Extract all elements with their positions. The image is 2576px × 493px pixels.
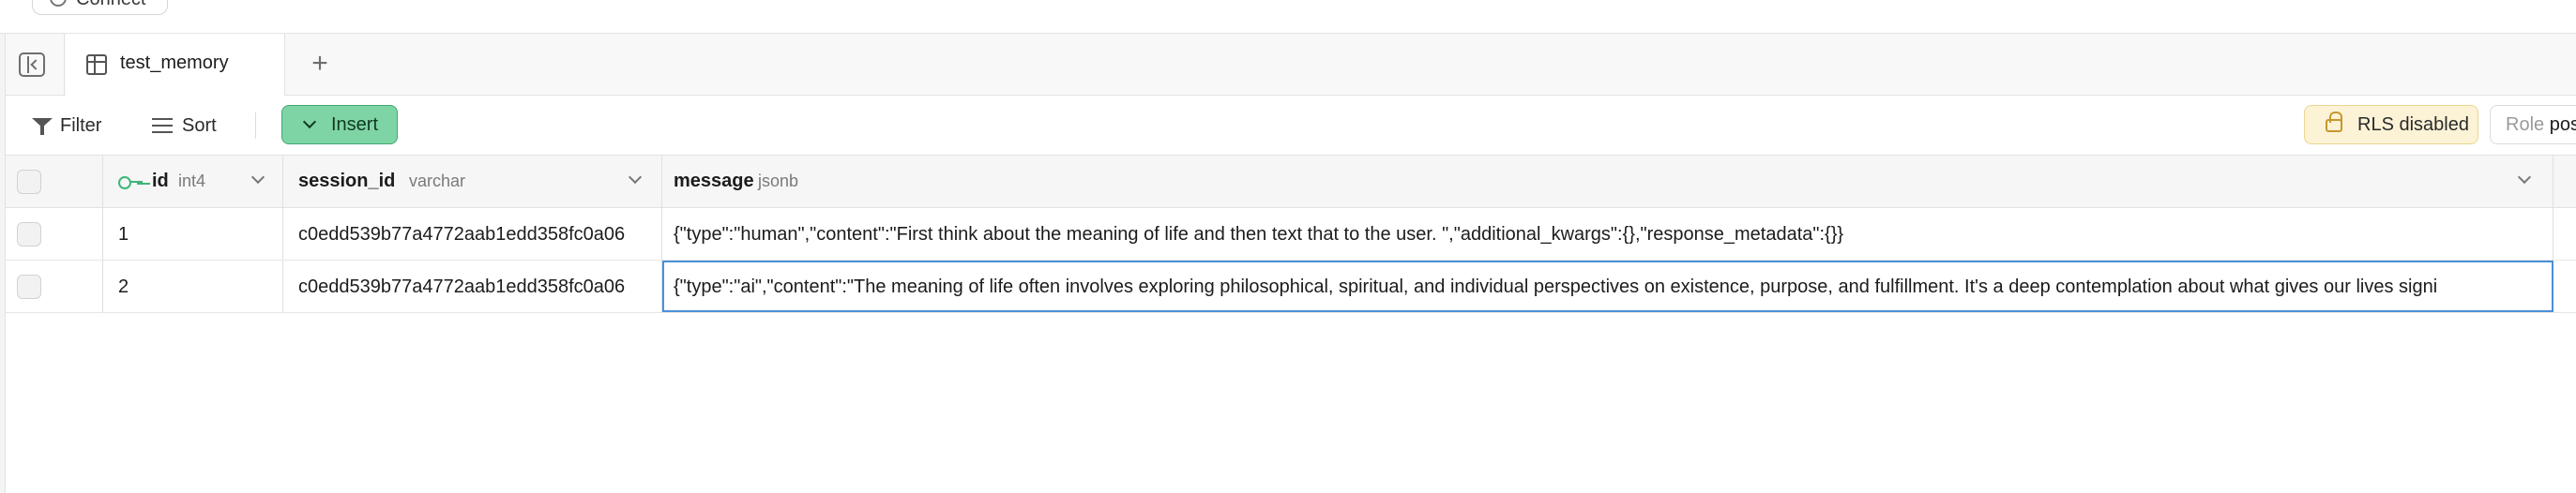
cell-value: 2 <box>118 276 129 297</box>
chevron-down-icon[interactable] <box>250 170 265 185</box>
chevron-down-icon <box>302 114 317 129</box>
connect-button[interactable]: Connect <box>32 0 168 15</box>
rls-status-button[interactable]: RLS disabled <box>2304 105 2478 144</box>
sort-label: Sort <box>182 115 217 136</box>
insert-button[interactable]: Insert <box>281 105 398 144</box>
chevron-down-icon[interactable] <box>2517 170 2532 185</box>
role-selector[interactable]: Role post <box>2490 105 2576 144</box>
column-header-id[interactable]: id int4 <box>103 156 283 207</box>
table-row[interactable]: 2 c0edd539b77a4772aab1edd358fc0a06 {"typ… <box>6 261 2576 313</box>
tab-bar: test_memory + <box>0 34 2576 97</box>
lock-icon <box>2326 112 2342 132</box>
grid-header: id int4 session_id varchar message jsonb <box>6 156 2576 208</box>
primary-key-icon <box>118 176 143 189</box>
cell-id[interactable]: 2 <box>103 261 283 312</box>
cell-id[interactable]: 1 <box>103 208 283 260</box>
select-all-checkbox[interactable] <box>17 169 41 194</box>
cell-message[interactable]: {"type":"human","content":"First think a… <box>662 208 2553 260</box>
connect-label: Connect <box>76 0 146 9</box>
table-icon <box>86 54 107 75</box>
cell-session-id[interactable]: c0edd539b77a4772aab1edd358fc0a06 <box>283 261 662 312</box>
header-select-cell <box>6 156 103 207</box>
column-type: varchar <box>409 172 466 190</box>
insert-label: Insert <box>331 114 379 135</box>
cell-value: {"type":"ai","content":"The meaning of l… <box>674 276 2438 297</box>
sort-icon <box>152 118 173 133</box>
filter-button[interactable]: Filter <box>28 107 101 144</box>
sidebar-toggle-icon[interactable] <box>19 52 45 77</box>
header-tail <box>2553 156 2576 207</box>
plug-icon <box>50 0 67 7</box>
role-prefix: Role <box>2506 114 2545 135</box>
cell-value: c0edd539b77a4772aab1edd358fc0a06 <box>298 224 626 245</box>
column-header-message[interactable]: message jsonb <box>662 156 2553 207</box>
column-name: id <box>152 171 169 191</box>
tab-divider <box>64 34 65 96</box>
cell-value: 1 <box>118 224 129 245</box>
toolbar: Filter Sort Insert RLS disabled Role pos… <box>6 96 2576 156</box>
column-name: session_id <box>298 171 396 191</box>
column-header-session-id[interactable]: session_id varchar <box>283 156 662 207</box>
column-type: int4 <box>178 172 206 190</box>
column-name: message <box>674 171 754 191</box>
filter-icon <box>32 118 53 135</box>
sort-button[interactable]: Sort <box>148 107 217 144</box>
table-row[interactable]: 1 c0edd539b77a4772aab1edd358fc0a06 {"typ… <box>6 208 2576 261</box>
column-type: jsonb <box>758 172 799 190</box>
cell-message-selected[interactable]: {"type":"ai","content":"The meaning of l… <box>662 261 2553 312</box>
row-checkbox[interactable] <box>17 274 41 299</box>
cell-session-id[interactable]: c0edd539b77a4772aab1edd358fc0a06 <box>283 208 662 260</box>
row-tail <box>2553 208 2576 260</box>
row-select-cell <box>6 261 103 312</box>
new-tab-plus-icon[interactable]: + <box>302 47 338 82</box>
cell-value: {"type":"human","content":"First think a… <box>674 224 1844 245</box>
row-checkbox[interactable] <box>17 221 41 246</box>
data-grid: id int4 session_id varchar message jsonb… <box>6 156 2576 493</box>
tab-label: test_memory <box>120 52 229 73</box>
chevron-down-icon[interactable] <box>628 170 643 185</box>
filter-label: Filter <box>60 115 102 136</box>
row-tail <box>2553 261 2576 312</box>
top-strip: Connect <box>0 0 2576 34</box>
rls-label: RLS disabled <box>2357 114 2469 135</box>
tab-test-memory[interactable]: test_memory <box>66 34 285 97</box>
row-select-cell <box>6 208 103 260</box>
role-value: post <box>2549 114 2576 135</box>
toolbar-separator <box>255 112 256 139</box>
cell-value: c0edd539b77a4772aab1edd358fc0a06 <box>298 276 626 297</box>
